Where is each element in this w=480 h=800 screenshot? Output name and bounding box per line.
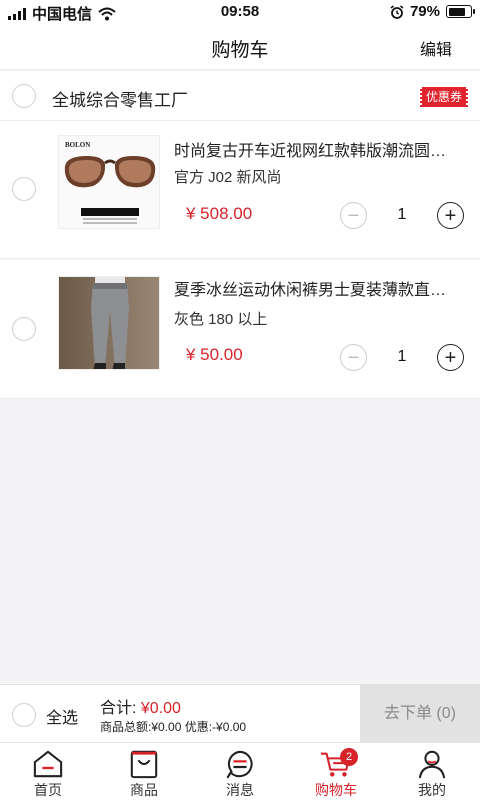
total-label: 合计: (100, 700, 137, 717)
cart-item: 夏季冰丝运动休闲裤男士夏装薄款直筒长裤子 灰色 180 以上 ¥ 50.00 −… (0, 260, 480, 399)
coupon-button[interactable]: 优惠券 (418, 87, 470, 107)
total-summary: 合计: ¥0.00 (100, 694, 181, 718)
item-thumbnail-pants[interactable] (58, 276, 160, 370)
item-title[interactable]: 时尚复古开车近视网红款韩版潮流圆脸太阳镜 (174, 137, 462, 161)
sunglasses-image: BOLON (59, 136, 159, 228)
edit-button[interactable]: 编辑 (420, 36, 452, 60)
item-checkbox[interactable] (12, 317, 36, 341)
item-thumbnail-sunglasses[interactable]: BOLON (58, 135, 160, 229)
quantity-value: 1 (397, 206, 407, 223)
battery-fill (448, 7, 466, 16)
nav-bar: 购物车 编辑 (0, 24, 480, 70)
status-bar: 中国电信 09:58 79% (0, 0, 480, 24)
item-price: ¥ 50.00 (186, 345, 243, 364)
cart-item: BOLON 时尚复古开车近视网红款韩版潮流圆脸太阳镜 官方 J02 新风尚 ¥ … (0, 121, 480, 259)
status-right: 79% (390, 3, 475, 20)
tab-home[interactable]: 首页 (0, 743, 96, 800)
increase-quantity-button[interactable]: + (437, 344, 464, 371)
item-title[interactable]: 夏季冰丝运动休闲裤男士夏装薄款直筒长裤子 (174, 276, 462, 300)
battery-percent: 79% (409, 3, 440, 20)
select-all-label[interactable]: 全选 (46, 704, 78, 728)
store-row: 全城综合零售工厂 优惠券 (0, 71, 480, 121)
item-spec: 灰色 180 以上 (174, 311, 268, 328)
item-price: ¥ 508.00 (186, 204, 253, 223)
tab-label: 消息 (226, 782, 254, 798)
item-checkbox[interactable] (12, 177, 36, 201)
tab-products[interactable]: 商品 (96, 743, 192, 800)
message-icon (226, 750, 253, 779)
home-icon (33, 750, 63, 778)
user-icon (418, 750, 446, 779)
brand-logo-text: BOLON (65, 141, 90, 149)
select-all-checkbox[interactable] (12, 703, 36, 727)
tab-profile[interactable]: 我的 (384, 743, 480, 800)
tab-label: 购物车 (315, 782, 357, 798)
store-name[interactable]: 全城综合零售工厂 (52, 86, 188, 111)
tab-label: 商品 (130, 782, 158, 798)
tab-bar: 首页 商品 消息 2 购物车 我的 (0, 742, 480, 800)
checkout-bar: 全选 合计: ¥0.00 商品总额:¥0.00 优惠:-¥0.00 去下单 (0… (0, 684, 480, 743)
increase-quantity-button[interactable]: + (437, 202, 464, 229)
checkout-button[interactable]: 去下单 (0) (360, 685, 480, 743)
tab-messages[interactable]: 消息 (192, 743, 288, 800)
total-detail: 商品总额:¥0.00 优惠:-¥0.00 (100, 720, 247, 734)
alarm-icon (390, 4, 404, 19)
store-checkbox[interactable] (12, 84, 36, 108)
cart-badge: 2 (340, 748, 358, 766)
item-spec: 官方 J02 新风尚 (174, 169, 282, 186)
tab-label: 首页 (34, 782, 62, 798)
quantity-value: 1 (397, 348, 407, 365)
bag-icon (130, 750, 158, 779)
page-title: 购物车 (211, 40, 269, 61)
tab-cart[interactable]: 2 购物车 (288, 743, 384, 800)
tab-label: 我的 (418, 782, 446, 798)
battery-icon (446, 5, 475, 18)
total-value: ¥0.00 (140, 700, 181, 717)
decrease-quantity-button[interactable]: − (340, 202, 367, 229)
pants-image (59, 277, 159, 369)
decrease-quantity-button[interactable]: − (340, 344, 367, 371)
